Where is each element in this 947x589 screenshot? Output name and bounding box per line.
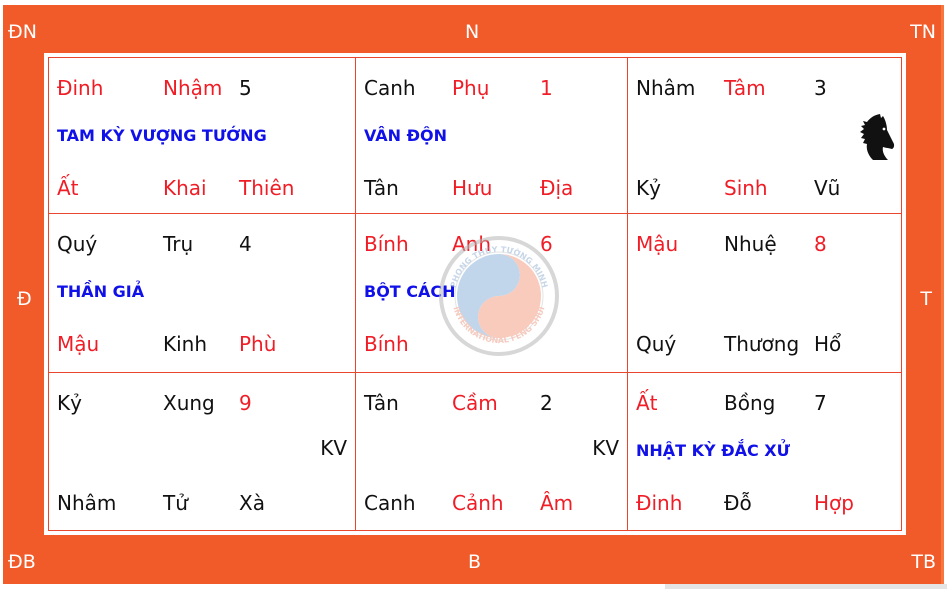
palace-bottom-value: Hợp bbox=[814, 491, 854, 515]
palace-cell: Kỷ Xung 9 Nhâm Tử Xà KV bbox=[49, 373, 356, 530]
palace-bottom-value: Sinh bbox=[724, 176, 768, 200]
palace-top-value: Phụ bbox=[452, 76, 490, 100]
palace-top-value: 6 bbox=[540, 232, 553, 256]
direction-label-bac: B bbox=[468, 551, 482, 573]
palace-cell: Quý Trụ 4 Mậu Kinh Phù THẦN GIẢ bbox=[49, 214, 356, 373]
palace-bottom-value: Xà bbox=[239, 491, 265, 515]
palace-top-value: Trụ bbox=[163, 232, 194, 256]
palace-pattern-label: THẦN GIẢ bbox=[57, 282, 145, 301]
palace-bottom-value: Địa bbox=[540, 176, 574, 200]
horse-icon bbox=[860, 114, 895, 160]
bottom-scroll-shadow bbox=[665, 584, 947, 589]
direction-label-tay-bac: TB bbox=[911, 551, 936, 573]
palace-top-value: 2 bbox=[540, 391, 553, 415]
palace-top-value: 9 bbox=[239, 391, 252, 415]
palace-kv-marker: KV bbox=[592, 436, 619, 460]
palace-bottom-value: Vũ bbox=[814, 176, 841, 200]
palace-bottom-value: Hưu bbox=[452, 176, 493, 200]
palace-top-value: 4 bbox=[239, 232, 252, 256]
palace-cell: Đinh Nhậm 5 Ất Khai Thiên TAM KỲ VƯỢNG TƯỚNG bbox=[49, 58, 356, 214]
palace-pattern-label: BỘT CÁCH bbox=[364, 282, 456, 301]
palace-bottom-value: Đỗ bbox=[724, 491, 752, 515]
palace-top-value: 3 bbox=[814, 76, 827, 100]
palace-bottom-value: Thương bbox=[724, 332, 800, 356]
palace-cell: Bính Anh 6 Bính BỘT CÁCH bbox=[356, 214, 628, 373]
palace-top-value: Đinh bbox=[57, 76, 104, 100]
palace-top-value: Nhâm bbox=[636, 76, 696, 100]
direction-label-dong-bac: ĐB bbox=[8, 551, 36, 573]
palace-top-value: Bồng bbox=[724, 391, 776, 415]
palace-cell: Tân Cầm 2 Canh Cảnh Âm KV bbox=[356, 373, 628, 530]
palace-bottom-value: Thiên bbox=[239, 176, 295, 200]
palace-top-value: Canh bbox=[364, 76, 416, 100]
palace-top-value: Tân bbox=[364, 391, 399, 415]
palace-bottom-value: Bính bbox=[364, 332, 409, 356]
palace-bottom-value: Hổ bbox=[814, 332, 842, 356]
palace-cell: Ất Bồng 7 Đinh Đỗ Hợp NHẬT KỲ ĐẮC XỬ bbox=[628, 373, 901, 530]
palace-top-value: Cầm bbox=[452, 391, 498, 415]
palace-top-value: Anh bbox=[452, 232, 492, 256]
palace-bottom-value: Phù bbox=[239, 332, 277, 356]
palace-grid: Đinh Nhậm 5 Ất Khai Thiên TAM KỲ VƯỢNG TƯỚNG Ca… bbox=[48, 57, 902, 531]
palace-bottom-value: Nhâm bbox=[57, 491, 117, 515]
direction-label-nam: N bbox=[465, 21, 480, 43]
palace-bottom-value: Tân bbox=[364, 176, 399, 200]
palace-pattern-label: NHẬT KỲ ĐẮC XỬ bbox=[636, 441, 791, 460]
palace-top-value: Kỷ bbox=[57, 391, 82, 415]
palace-bottom-value: Cảnh bbox=[452, 491, 504, 515]
direction-label-dong: Đ bbox=[17, 288, 32, 310]
palace-top-value: Nhuệ bbox=[724, 232, 777, 256]
palace-top-value: 8 bbox=[814, 232, 827, 256]
palace-top-value: 7 bbox=[814, 391, 827, 415]
palace-top-value: Mậu bbox=[636, 232, 679, 256]
palace-top-value: Quý bbox=[57, 232, 98, 256]
palace-cell: Mậu Nhuệ 8 Quý Thương Hổ bbox=[628, 214, 901, 373]
palace-top-value: Nhậm bbox=[163, 76, 223, 100]
palace-pattern-label: VÂN ĐỘN bbox=[364, 126, 448, 145]
palace-bottom-value: Kinh bbox=[163, 332, 208, 356]
palace-top-value: Bính bbox=[364, 232, 409, 256]
direction-label-dong-nam: ĐN bbox=[8, 21, 37, 43]
palace-bottom-value: Khai bbox=[163, 176, 207, 200]
palace-bottom-value: Âm bbox=[540, 491, 574, 515]
palace-pattern-label: TAM KỲ VƯỢNG TƯỚNG bbox=[57, 126, 267, 145]
qimen-board: Đinh Nhậm 5 Ất Khai Thiên TAM KỲ VƯỢNG TƯỚNG Ca… bbox=[44, 53, 906, 535]
palace-top-value: 1 bbox=[540, 76, 553, 100]
palace-bottom-value: Canh bbox=[364, 491, 416, 515]
direction-label-tay-nam: TN bbox=[910, 21, 936, 43]
palace-kv-marker: KV bbox=[320, 436, 347, 460]
palace-top-value: 5 bbox=[239, 76, 252, 100]
palace-bottom-value: Mậu bbox=[57, 332, 100, 356]
palace-bottom-value: Ất bbox=[57, 176, 79, 200]
palace-bottom-value: Quý bbox=[636, 332, 677, 356]
palace-bottom-value: Đinh bbox=[636, 491, 683, 515]
palace-bottom-value: Kỷ bbox=[636, 176, 661, 200]
palace-cell: Canh Phụ 1 Tân Hưu Địa VÂN ĐỘN bbox=[356, 58, 628, 214]
palace-top-value: Tâm bbox=[724, 76, 766, 100]
palace-top-value: Ất bbox=[636, 391, 658, 415]
palace-top-value: Xung bbox=[163, 391, 215, 415]
palace-bottom-value: Tử bbox=[163, 491, 188, 515]
direction-label-tay: T bbox=[920, 288, 932, 310]
